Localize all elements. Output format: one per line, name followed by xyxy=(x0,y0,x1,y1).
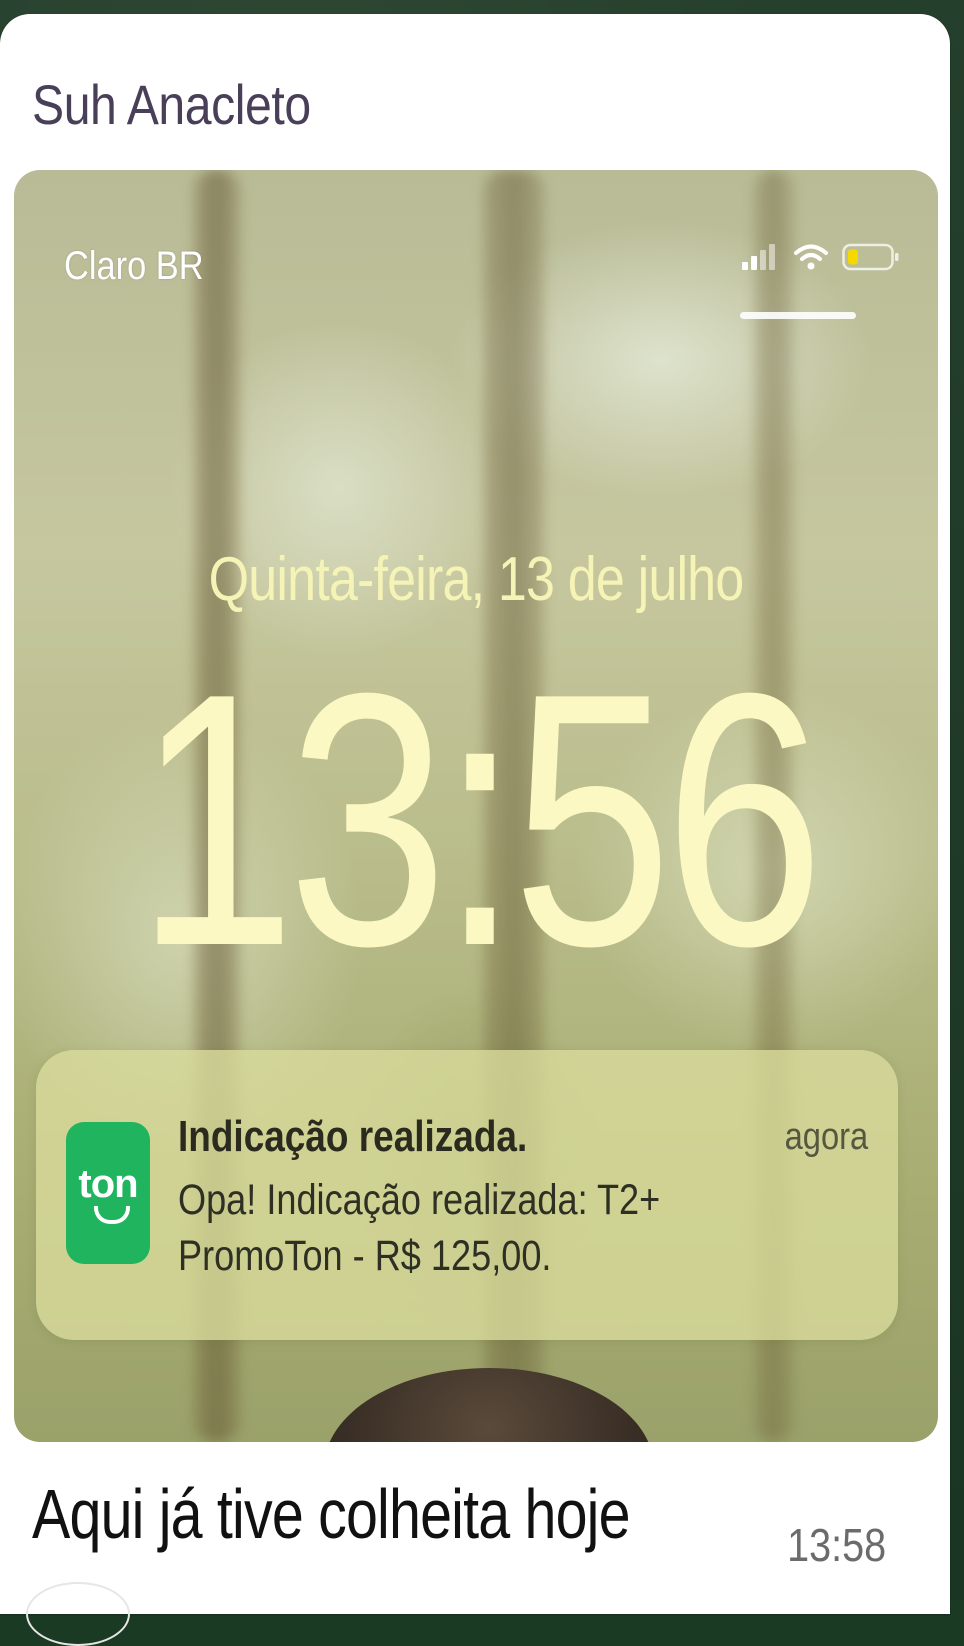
message-bubble[interactable]: Suh Anacleto Claro BR Quinta-feira, 13 d… xyxy=(0,14,950,1646)
message-timestamp: 13:58 xyxy=(786,1519,886,1571)
lockscreen-time: 13:56 xyxy=(135,619,825,1021)
carrier-name: Claro BR xyxy=(64,244,204,288)
home-indicator xyxy=(740,312,856,319)
battery-icon xyxy=(842,243,899,271)
status-icons xyxy=(740,242,900,272)
wifi-icon xyxy=(794,244,828,270)
ton-app-icon: ton xyxy=(66,1122,150,1264)
notification-time: agora xyxy=(784,1116,868,1158)
cellular-signal-icon xyxy=(742,244,775,270)
attached-photo[interactable]: Claro BR Quinta-feira, 13 de julho 13:56 xyxy=(14,170,938,1442)
app-icon-text: ton xyxy=(78,1162,138,1206)
message-caption: Aqui já tive colheita hoje xyxy=(32,1475,631,1553)
ton-notification[interactable]: ton Indicação realizada. agora Opa! Indi… xyxy=(36,1050,898,1340)
lockscreen-date: Quinta-feira, 13 de julho xyxy=(208,545,745,614)
reaction-button-outline[interactable] xyxy=(26,1582,130,1646)
sender-name[interactable]: Suh Anacleto xyxy=(32,72,311,137)
person-head xyxy=(324,1368,654,1442)
notification-title: Indicação realizada. xyxy=(178,1112,528,1161)
smile-icon xyxy=(94,1206,130,1224)
notification-body: Opa! Indicação realizada: T2+ PromoTon -… xyxy=(178,1176,661,1280)
